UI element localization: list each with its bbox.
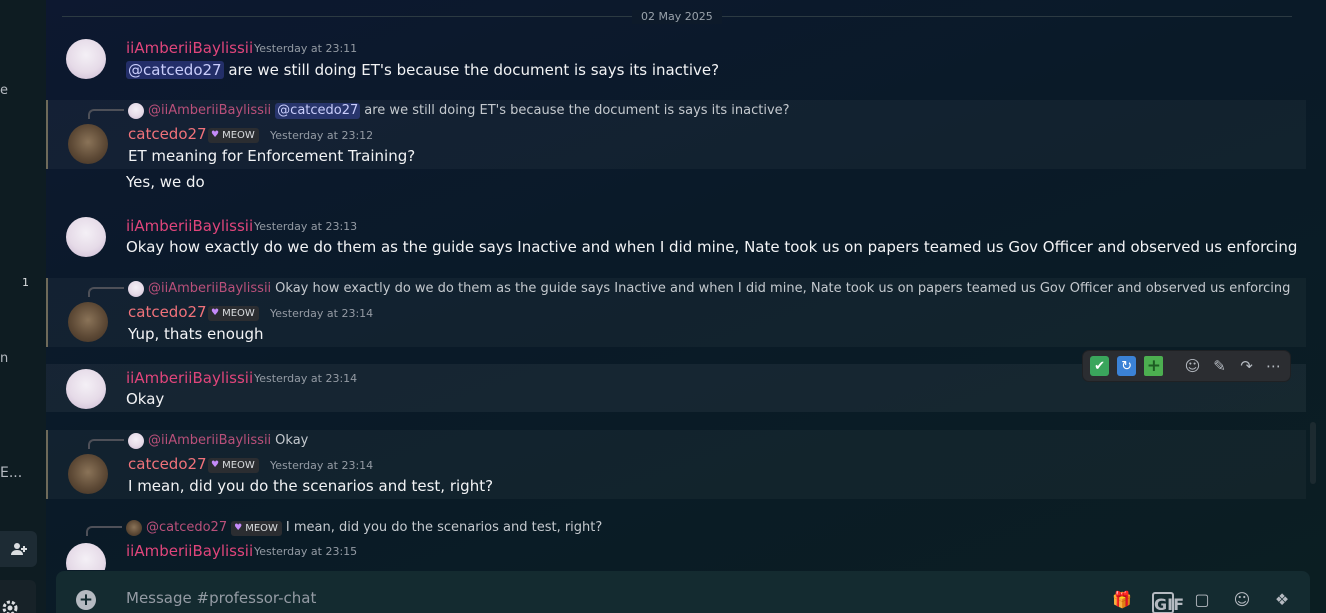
role-tag: ♥ MEOW — [231, 520, 282, 536]
avatar[interactable] — [66, 217, 106, 257]
reply-author[interactable]: @iiAmberiiBaylissii — [148, 281, 271, 297]
avatar[interactable] — [66, 369, 106, 409]
channel-sidebar: e 1 n E... — [0, 0, 46, 613]
repeat-emoji-icon[interactable]: ↻ — [1117, 356, 1137, 376]
edit-icon[interactable]: ✎ — [1208, 354, 1231, 378]
message-author[interactable]: catcedo27 — [128, 125, 207, 143]
message-author[interactable]: iiAmberiiBaylissii — [126, 217, 253, 235]
message[interactable]: @iiAmberiiBaylissii Okay how exactly do … — [46, 278, 1306, 347]
message-timestamp: Yesterday at 23:14 — [270, 307, 374, 320]
message-author[interactable]: iiAmberiiBaylissii — [126, 369, 253, 387]
message-content: Okay — [126, 390, 165, 408]
message[interactable]: iiAmberiiBaylissii Yesterday at 23:11 @c… — [46, 32, 1306, 92]
message-list[interactable]: 02 May 2025 iiAmberiiBaylissii Yesterday… — [46, 0, 1306, 570]
reply-author[interactable]: @iiAmberiiBaylissii — [148, 433, 271, 449]
channel-fragment[interactable]: E... — [0, 465, 22, 481]
gif-icon[interactable]: GIF — [1152, 592, 1184, 613]
heart-icon: ♥ — [211, 308, 220, 318]
sticker-icon[interactable]: ▢ — [1191, 589, 1213, 611]
message-author[interactable]: iiAmberiiBaylissii — [126, 542, 253, 560]
message-timestamp: Yesterday at 23:15 — [254, 545, 358, 558]
user-mention[interactable]: @catcedo27 — [126, 61, 224, 79]
heart-icon: ♥ — [211, 460, 220, 470]
unread-count: 1 — [22, 276, 29, 289]
reply-preview[interactable]: @iiAmberiiBaylissii Okay how exactly do … — [128, 281, 1290, 297]
avatar[interactable] — [68, 454, 108, 494]
reply-preview[interactable]: @iiAmberiiBaylissii @catcedo27 are we st… — [128, 103, 790, 119]
avatar[interactable] — [66, 543, 106, 570]
add-reaction-icon[interactable]: ☺ — [1181, 354, 1204, 378]
reply-text: Okay — [275, 433, 309, 448]
reply-author[interactable]: @catcedo27 — [146, 520, 227, 536]
reply-avatar — [128, 281, 144, 297]
reply-text: I mean, did you do the scenarios and tes… — [285, 520, 603, 535]
check-emoji-icon[interactable]: ✔ — [1090, 356, 1110, 376]
date-divider-label: 02 May 2025 — [632, 10, 722, 24]
avatar[interactable] — [68, 124, 108, 164]
forward-icon[interactable]: ↷ — [1235, 354, 1258, 378]
reply-preview[interactable]: @catcedo27 ♥ MEOW I mean, did you do the … — [126, 520, 602, 536]
reply-connector — [86, 526, 122, 536]
message-author[interactable]: catcedo27 — [128, 455, 207, 473]
heart-icon: ♥ — [211, 130, 220, 140]
message[interactable]: @iiAmberiiBaylissii Okay catcedo27 ♥ MEOW… — [46, 430, 1306, 499]
more-icon[interactable]: ⋯ — [1262, 354, 1285, 378]
message[interactable]: @catcedo27 ♥ MEOW I mean, did you do the … — [46, 517, 1306, 570]
message-content: I mean, did you do the scenarios and tes… — [128, 477, 494, 495]
reply-text: are we still doing ET's because the docu… — [364, 103, 790, 118]
reply-avatar — [128, 433, 144, 449]
message-content: Yes, we do — [126, 173, 205, 191]
message-timestamp: Yesterday at 23:12 — [270, 129, 374, 142]
message-content: Okay how exactly do we do them as the gu… — [126, 238, 1298, 256]
settings-button[interactable] — [0, 580, 36, 613]
message-content: @catcedo27 are we still doing ET's becau… — [126, 61, 720, 79]
gift-icon[interactable]: 🎁 — [1111, 589, 1133, 611]
role-tag: ♥ MEOW — [208, 458, 259, 473]
emoji-icon[interactable]: ☺ — [1231, 589, 1253, 611]
reply-connector — [88, 109, 124, 119]
role-tag: ♥ MEOW — [208, 128, 259, 143]
message[interactable]: iiAmberiiBaylissii Yesterday at 23:13 Ok… — [46, 210, 1306, 270]
message-timestamp: Yesterday at 23:11 — [254, 42, 358, 55]
message-action-bar: ✔ ↻ + ☺ ✎ ↷ ⋯ — [1082, 350, 1291, 382]
message-author[interactable]: iiAmberiiBaylissii — [126, 39, 253, 57]
message-input[interactable] — [126, 586, 1026, 610]
reply-avatar — [128, 103, 144, 119]
scrollbar-thumb[interactable] — [1310, 422, 1316, 484]
message-content: ET meaning for Enforcement Training? — [128, 147, 416, 165]
message-timestamp: Yesterday at 23:14 — [254, 372, 358, 385]
plus-emoji-icon[interactable]: + — [1144, 356, 1164, 376]
reply-avatar — [126, 520, 142, 536]
apps-icon[interactable]: ❖ — [1271, 589, 1293, 611]
person-add-icon — [10, 543, 27, 555]
gear-icon — [2, 600, 18, 613]
reply-author[interactable]: @iiAmberiiBaylissii — [148, 103, 271, 119]
avatar[interactable] — [68, 302, 108, 342]
message[interactable]: Yes, we do — [46, 170, 1306, 196]
message-content: Yup, thats enough — [128, 325, 264, 343]
scrollbar[interactable] — [1308, 0, 1318, 570]
user-mention[interactable]: @catcedo27 — [275, 103, 361, 119]
reply-text: Okay how exactly do we do them as the gu… — [275, 281, 1291, 296]
heart-icon: ♥ — [234, 522, 243, 533]
message-timestamp: Yesterday at 23:13 — [254, 220, 358, 233]
reply-connector — [88, 287, 124, 297]
message[interactable]: @iiAmberiiBaylissii @catcedo27 are we st… — [46, 100, 1306, 169]
message-author[interactable]: catcedo27 — [128, 303, 207, 321]
role-tag: ♥ MEOW — [208, 306, 259, 321]
reply-connector — [88, 439, 124, 449]
message-composer: + 🎁 GIF ▢ ☺ ❖ — [56, 571, 1310, 613]
upload-plus-icon[interactable]: + — [76, 590, 96, 610]
channel-fragment[interactable]: e — [0, 83, 8, 98]
channel-fragment[interactable]: n — [0, 351, 8, 366]
avatar[interactable] — [66, 39, 106, 79]
message-timestamp: Yesterday at 23:14 — [270, 459, 374, 472]
members-button[interactable] — [0, 531, 37, 567]
reply-preview[interactable]: @iiAmberiiBaylissii Okay — [128, 433, 308, 449]
